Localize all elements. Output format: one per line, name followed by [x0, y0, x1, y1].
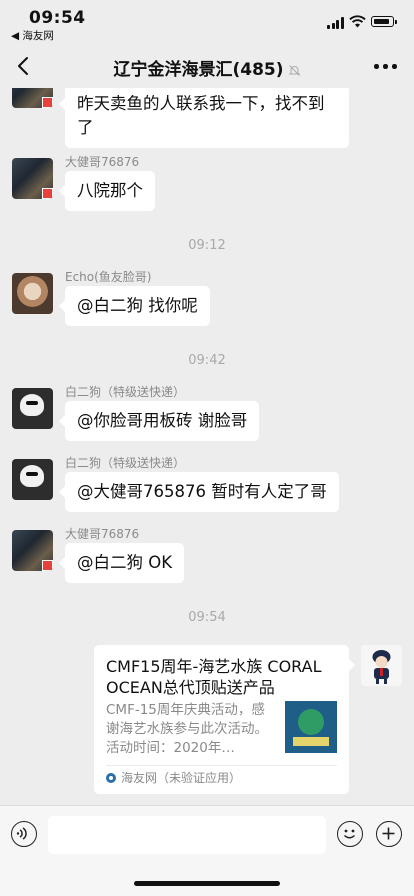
flag-icon [42, 97, 53, 108]
sender-name: 白二狗（特级送快递） [65, 385, 186, 399]
avatar[interactable] [12, 530, 53, 571]
chat-message-list[interactable]: 昨天卖鱼的人联系我一下，找不到了 大健哥76876 八院那个 09:12 Ech… [0, 88, 414, 805]
sender-name: 大健哥76876 [65, 155, 140, 169]
message-text: 八院那个 [77, 181, 143, 200]
status-bar: 09:54 ◀ 海友网 [0, 0, 414, 44]
home-indicator[interactable] [134, 881, 280, 886]
message-bubble[interactable]: @大健哥765876 暂时有人定了哥 [59, 472, 339, 512]
link-card-message[interactable]: CMF15周年-海艺水族 CORAL OCEAN总代顶贴送产品 CMF-15周年… [94, 645, 355, 794]
chat-header: 辽宁金洋海景汇(485) [0, 44, 414, 88]
chat-title-text: 辽宁金洋海景汇(485) [113, 60, 284, 80]
sender-name: 白二狗（特级送快递） [65, 456, 186, 470]
message-bubble[interactable]: @你脸哥用板砖 谢脸哥 [58, 401, 260, 441]
chat-title: 辽宁金洋海景汇(485) [0, 55, 414, 80]
my-avatar[interactable] [361, 645, 402, 686]
message-bubble[interactable]: @白二狗 找你呢 [59, 286, 210, 326]
card-divider [106, 765, 337, 766]
message-text: 昨天卖鱼的人联系我一下，找不到了 [77, 94, 325, 137]
message-text: @你脸哥用板砖 谢脸哥 [77, 411, 248, 430]
timestamp: 09:42 [188, 353, 226, 368]
timestamp: 09:12 [188, 238, 226, 253]
emoji-button[interactable] [337, 821, 363, 847]
battery-icon [371, 16, 397, 27]
voice-input-button[interactable] [11, 821, 37, 847]
avatar[interactable] [12, 459, 53, 500]
more-actions-button[interactable] [376, 821, 402, 847]
voice-icon [16, 827, 27, 840]
flag-icon [42, 188, 53, 199]
more-options-button[interactable] [374, 64, 397, 70]
sender-name: 大健哥76876 [65, 527, 140, 541]
message-input[interactable] [48, 816, 326, 854]
card-source-text: 海友网（未验证应用） [121, 771, 242, 785]
card-title: CMF15周年-海艺水族 CORAL OCEAN总代顶贴送产品 [106, 657, 322, 697]
card-thumbnail [285, 701, 337, 753]
message-text: @白二狗 OK [77, 553, 173, 572]
card-source: 海友网（未验证应用） [106, 770, 241, 786]
app-logo-icon [106, 773, 116, 783]
message-bubble[interactable]: 八院那个 [59, 171, 155, 211]
timestamp: 09:54 [188, 610, 226, 625]
message-bubble[interactable]: @白二狗 OK [58, 543, 185, 583]
message-text: @白二狗 找你呢 [77, 296, 198, 315]
plus-icon [382, 827, 395, 840]
signal-icon [327, 17, 345, 29]
avatar[interactable] [12, 273, 53, 314]
message-text: @大健哥765876 暂时有人定了哥 [77, 482, 327, 501]
avatar[interactable] [12, 88, 53, 108]
back-to-app-link[interactable]: ◀ 海友网 [11, 28, 54, 43]
flag-icon [42, 560, 53, 571]
wifi-icon [349, 15, 366, 28]
avatar[interactable] [12, 158, 53, 199]
avatar[interactable] [12, 388, 53, 429]
message-bubble[interactable]: 昨天卖鱼的人联系我一下，找不到了 [59, 88, 349, 148]
card-description: CMF-15周年庆典活动，感谢海艺水族参与此次活动。活动时间：2020年… [106, 702, 268, 756]
mute-bell-icon [288, 64, 300, 76]
status-time: 09:54 [29, 8, 86, 28]
sender-name: Echo(鱼友脸哥) [65, 270, 152, 284]
emoji-icon [343, 829, 356, 839]
